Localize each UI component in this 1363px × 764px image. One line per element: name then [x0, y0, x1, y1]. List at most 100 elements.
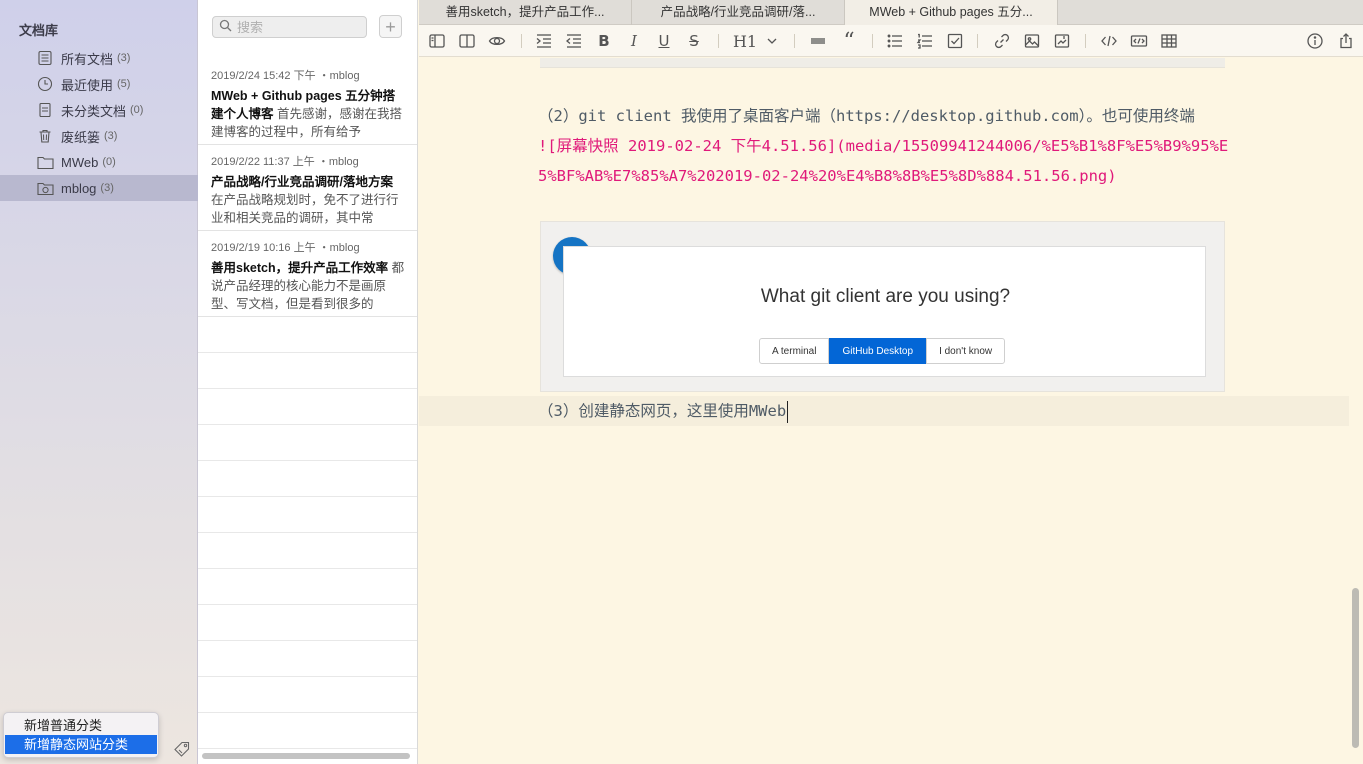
sidebar-item-count: (3): [117, 52, 131, 64]
image-choices: A terminal GitHub Desktop I don't know: [759, 338, 1006, 364]
toolbar-separator: [1085, 34, 1086, 48]
note-item[interactable]: 2019/2/22 11:37 上午 ・mblog 产品战略/行业竞品调研/落地…: [198, 145, 417, 231]
search-box[interactable]: [212, 16, 367, 38]
chevron-down-icon[interactable]: [762, 31, 782, 51]
choice-github-desktop: GitHub Desktop: [829, 338, 927, 364]
image-markdown-link[interactable]: ![屏幕快照 2019-02-24 下午4.51.56](media/15509…: [538, 131, 1238, 191]
strikethrough-icon[interactable]: S: [684, 31, 704, 51]
search-input[interactable]: [237, 19, 357, 35]
text-caret: [787, 400, 789, 423]
note-item[interactable]: 2019/2/19 10:16 上午 ・mblog 善用sketch，提升产品工…: [198, 231, 417, 317]
split-view-icon[interactable]: [457, 31, 477, 51]
info-icon[interactable]: [1305, 31, 1325, 51]
folder-icon: [36, 153, 54, 171]
sidebar-item-label: 最近使用: [61, 77, 114, 93]
heading-icon[interactable]: H1: [733, 31, 757, 51]
indent-icon[interactable]: [534, 31, 554, 51]
tab-sketch-note[interactable]: 善用sketch，提升产品工作...: [419, 0, 632, 25]
empty-row: [198, 713, 417, 749]
sidebar-item-count: (5): [117, 78, 131, 90]
preview-eye-icon[interactable]: [487, 31, 507, 51]
inline-image-preview[interactable]: ? What git client are you using? A termi…: [540, 221, 1225, 392]
empty-row: [198, 497, 417, 533]
site-folder-icon: [36, 179, 54, 197]
sidebar-item-label: mblog: [61, 180, 97, 196]
numbered-list-icon[interactable]: [915, 31, 935, 51]
sidebar-item-count: (3): [104, 130, 118, 142]
code-block-icon[interactable]: [1129, 31, 1149, 51]
tab-mweb-note[interactable]: MWeb + Github pages 五分...: [845, 0, 1058, 25]
clock-icon: [36, 75, 54, 93]
note-item[interactable]: 2019/2/24 15:42 下午 ・mblog MWeb + Github …: [198, 59, 417, 145]
menu-item-new-static-site-category[interactable]: 新增静态网站分类: [5, 735, 157, 754]
docs-icon: [36, 49, 54, 67]
image-icon[interactable]: [1022, 31, 1042, 51]
task-list-icon[interactable]: [945, 31, 965, 51]
image-card: What git client are you using? A termina…: [563, 246, 1206, 377]
tab-strategy-note[interactable]: 产品战略/行业竞品调研/落...: [632, 0, 845, 25]
sidebar-item-mweb[interactable]: MWeb (0): [0, 149, 198, 175]
bullet-list-icon[interactable]: [885, 31, 905, 51]
insert-image-file-icon[interactable]: [1052, 31, 1072, 51]
empty-row: [198, 389, 417, 425]
tab-bar: 善用sketch，提升产品工作... 产品战略/行业竞品调研/落... MWeb…: [419, 0, 1363, 25]
previous-image-edge: [540, 58, 1225, 68]
editor[interactable]: （2）git client 我使用了桌面客户端（https://desktop.…: [419, 58, 1363, 764]
note-meta: 2019/2/22 11:37 上午 ・mblog: [211, 156, 359, 168]
outdent-icon[interactable]: [564, 31, 584, 51]
editor-toolbar: B I U S H1 “: [419, 25, 1363, 57]
link-icon[interactable]: [992, 31, 1012, 51]
italic-icon[interactable]: I: [624, 31, 644, 51]
sidebar-item-label: MWeb: [61, 154, 99, 170]
choice-terminal: A terminal: [759, 338, 830, 364]
sidebar-item-mblog[interactable]: mblog (3): [0, 175, 198, 201]
note-list: + 2019/2/24 15:42 下午 ・mblog MWeb + Githu…: [198, 0, 418, 764]
empty-row: [198, 353, 417, 389]
underline-icon[interactable]: U: [654, 31, 674, 51]
empty-row: [198, 569, 417, 605]
share-icon[interactable]: [1336, 31, 1356, 51]
empty-row: [198, 425, 417, 461]
code-icon[interactable]: [1099, 31, 1119, 51]
empty-row: [198, 317, 417, 353]
note-meta: 2019/2/24 15:42 下午 ・mblog: [211, 70, 360, 82]
horizontal-scrollbar[interactable]: [202, 753, 410, 759]
vertical-scrollbar[interactable]: [1352, 588, 1359, 748]
toolbar-separator: [718, 34, 719, 48]
note-meta: 2019/2/19 10:16 上午 ・mblog: [211, 242, 360, 254]
sidebar-item-count: (0): [130, 104, 144, 116]
sidebar: 文档库 所有文档 (3) 最近使用 (5) 未分类文档 (0) 废纸篓 (3) …: [0, 0, 198, 764]
sidebar-item-count: (3): [100, 182, 114, 194]
toolbar-separator: [872, 34, 873, 48]
choice-dont-know: I don't know: [926, 338, 1006, 364]
paragraph-git-client[interactable]: （2）git client 我使用了桌面客户端（https://desktop.…: [538, 101, 1238, 131]
toolbar-separator: [794, 34, 795, 48]
empty-row: [198, 605, 417, 641]
toolbar-separator: [977, 34, 978, 48]
sidebar-item-label: 所有文档: [61, 51, 114, 67]
quote-icon[interactable]: “: [839, 29, 859, 54]
bold-icon[interactable]: B: [594, 31, 614, 51]
empty-row: [198, 533, 417, 569]
sidebar-item-count: (0): [102, 156, 116, 168]
empty-row: [198, 461, 417, 497]
sidebar-item-label: 未分类文档: [61, 103, 127, 119]
note-title: 善用sketch，提升产品工作效率: [211, 261, 389, 275]
sidebar-item-trash[interactable]: 废纸篓 (3): [0, 123, 198, 149]
search-icon: [219, 19, 232, 35]
image-question: What git client are you using?: [760, 286, 1011, 307]
paragraph-create-static[interactable]: （3）创建静态网页，这里使用MWeb: [538, 396, 1238, 426]
tag-icon[interactable]: [173, 740, 191, 758]
sidebar-item-recent[interactable]: 最近使用 (5): [0, 71, 198, 97]
empty-row: [198, 677, 417, 713]
horizontal-rule-icon[interactable]: [808, 31, 828, 51]
sidebar-item-uncategorized[interactable]: 未分类文档 (0): [0, 97, 198, 123]
trash-icon: [36, 127, 54, 145]
sidebar-item-label: 废纸篓: [61, 129, 101, 145]
sidebar-item-all-docs[interactable]: 所有文档 (3): [0, 45, 198, 71]
menu-item-new-category[interactable]: 新增普通分类: [4, 716, 158, 735]
table-icon[interactable]: [1159, 31, 1179, 51]
add-note-button[interactable]: +: [379, 15, 402, 38]
sidebar-toggle-icon[interactable]: [427, 31, 447, 51]
note-title: 产品战略/行业竞品调研/落地方案: [211, 175, 393, 189]
